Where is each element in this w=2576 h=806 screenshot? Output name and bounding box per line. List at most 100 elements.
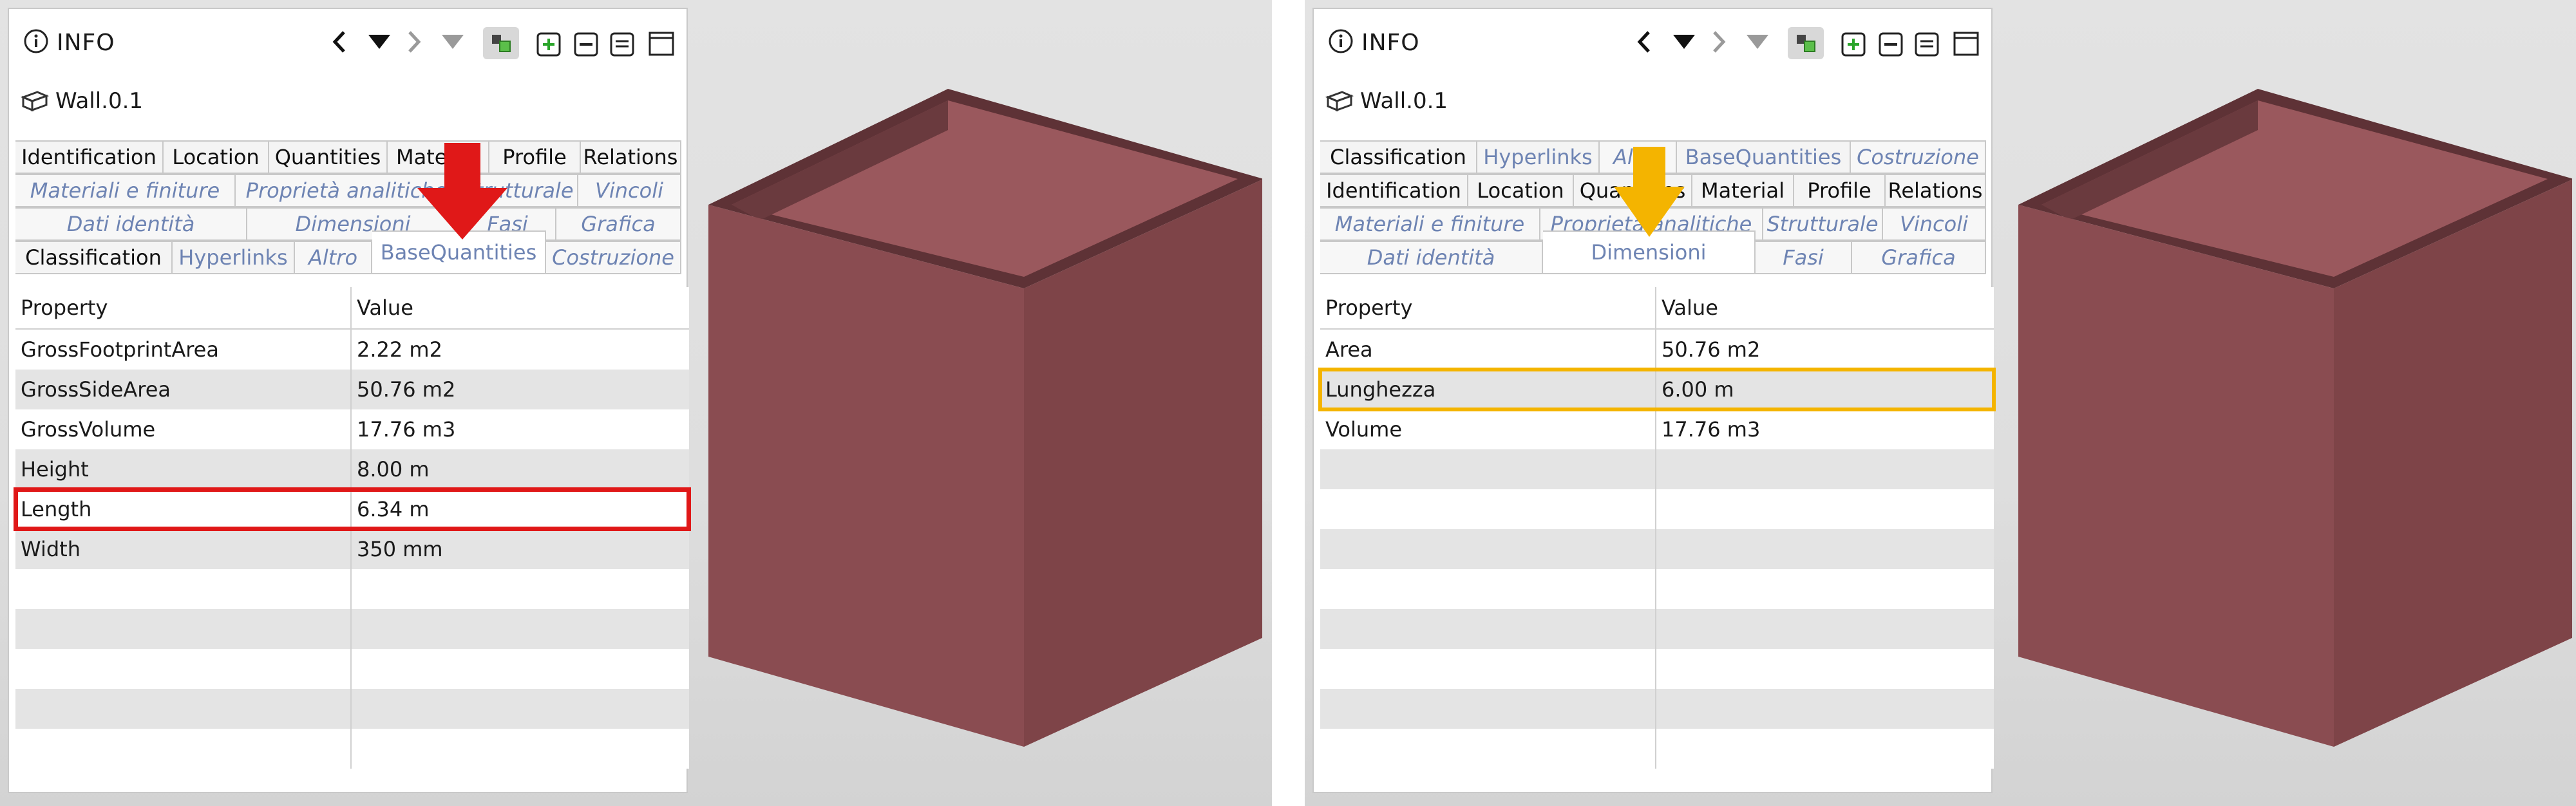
value-cell[interactable]: 8.00 m	[352, 449, 687, 489]
value-cell[interactable]	[352, 569, 687, 609]
table-row[interactable]: GrossSideArea 50.76 m2	[15, 370, 689, 409]
info-icon	[23, 28, 49, 54]
table-row[interactable]	[1320, 609, 1994, 649]
tab-hyperlinks[interactable]: Hyperlinks	[1477, 140, 1600, 173]
tab-strutturale[interactable]: Strutturale	[1763, 207, 1883, 239]
tab-classification[interactable]: Classification	[15, 241, 173, 273]
table-row[interactable]	[1320, 489, 1994, 529]
tab-hyperlinks[interactable]: Hyperlinks	[173, 241, 295, 273]
table-row[interactable]	[1320, 649, 1994, 689]
tab-quantities[interactable]: Quantities	[269, 140, 388, 173]
list-icon[interactable]	[609, 28, 635, 58]
value-cell[interactable]: 50.76 m2	[1656, 330, 1991, 370]
property-column-header[interactable]: Property	[1320, 287, 1656, 328]
tab-row: ClassificationHyperlinksAltroBaseQuantit…	[15, 230, 681, 274]
back-arrow-icon[interactable]	[1636, 30, 1653, 54]
property-cell	[1320, 489, 1656, 529]
value-column-header[interactable]: Value	[352, 287, 687, 328]
table-row[interactable]	[15, 609, 689, 649]
tab-identification[interactable]: Identification	[15, 140, 164, 173]
value-cell[interactable]: 2.22 m2	[352, 330, 687, 370]
add-icon[interactable]	[1841, 28, 1866, 58]
property-cell: GrossFootprintArea	[15, 330, 352, 370]
tab-vincoli[interactable]: Vincoli	[578, 174, 681, 206]
tab-relations[interactable]: Relations	[581, 140, 681, 173]
table-row[interactable]: Lunghezza 6.00 m	[1318, 368, 1996, 411]
value-cell[interactable]	[352, 649, 687, 689]
table-row[interactable]	[1320, 529, 1994, 569]
value-cell[interactable]	[1656, 489, 1991, 529]
table-row[interactable]: Height 8.00 m	[15, 449, 689, 489]
table-row[interactable]: Volume 17.76 m3	[1320, 409, 1994, 449]
dropdown-icon[interactable]	[1673, 35, 1695, 49]
value-cell[interactable]: 350 mm	[352, 529, 687, 569]
tab-identification[interactable]: Identification	[1320, 174, 1468, 206]
value-cell[interactable]: 17.76 m3	[1656, 409, 1991, 449]
back-arrow-icon[interactable]	[331, 30, 348, 54]
table-row[interactable]	[15, 649, 689, 689]
value-cell[interactable]	[1656, 529, 1991, 569]
collapse-icon[interactable]	[573, 28, 599, 58]
tab-relations[interactable]: Relations	[1886, 174, 1986, 206]
dropdown-icon[interactable]	[368, 35, 390, 49]
table-row[interactable]: GrossFootprintArea 2.22 m2	[15, 330, 689, 370]
forward-arrow-icon[interactable]	[406, 30, 422, 54]
table-row[interactable]: Area 50.76 m2	[1320, 330, 1994, 370]
tab-grafica[interactable]: Grafica	[556, 207, 681, 239]
table-row[interactable]	[1320, 729, 1994, 769]
tab-costruzione[interactable]: Costruzione	[1851, 140, 1986, 173]
tab-material[interactable]: Material	[1692, 174, 1794, 206]
tab-grafica[interactable]: Grafica	[1852, 241, 1986, 273]
value-cell[interactable]	[1656, 609, 1991, 649]
table-row[interactable]	[15, 569, 689, 609]
tab-dati-identita[interactable]: Dati identità	[15, 207, 247, 239]
value-cell[interactable]	[1656, 729, 1991, 769]
add-icon[interactable]	[536, 28, 562, 58]
property-column-header[interactable]: Property	[15, 287, 352, 328]
tab-vincoli[interactable]: Vincoli	[1883, 207, 1986, 239]
tab-costruzione[interactable]: Costruzione	[546, 241, 681, 273]
tab-basequantities[interactable]: BaseQuantities	[1677, 140, 1851, 173]
tab-location[interactable]: Location	[1468, 174, 1574, 206]
value-cell[interactable]	[1656, 689, 1991, 729]
tab-fasi[interactable]: Fasi	[1756, 241, 1852, 273]
forward-arrow-icon[interactable]	[1710, 30, 1727, 54]
table-row[interactable]: GrossVolume 17.76 m3	[15, 409, 689, 449]
collapse-icon[interactable]	[1878, 28, 1904, 58]
select-objects-icon[interactable]	[1788, 27, 1824, 59]
property-cell: Length	[15, 489, 352, 529]
table-row[interactable]	[1320, 689, 1994, 729]
value-cell[interactable]: 6.34 m	[352, 489, 687, 529]
dropdown-icon[interactable]	[442, 35, 464, 49]
list-icon[interactable]	[1914, 28, 1940, 58]
tab-dati-identita[interactable]: Dati identità	[1320, 241, 1543, 273]
value-column-header[interactable]: Value	[1656, 287, 1991, 328]
tab-location[interactable]: Location	[164, 140, 269, 173]
tab-altro[interactable]: Altro	[295, 241, 372, 273]
table-row[interactable]	[15, 729, 689, 769]
tab-classification[interactable]: Classification	[1320, 140, 1477, 173]
value-cell[interactable]	[1656, 569, 1991, 609]
property-cell	[15, 729, 352, 769]
value-cell[interactable]: 6.00 m	[1656, 370, 1991, 409]
tab-materiali-e-finiture[interactable]: Materiali e finiture	[1320, 207, 1540, 239]
table-row[interactable]	[1320, 569, 1994, 609]
dropdown-icon[interactable]	[1747, 35, 1768, 49]
value-cell[interactable]: 50.76 m2	[352, 370, 687, 409]
select-objects-icon[interactable]	[483, 27, 519, 59]
window-icon[interactable]	[1953, 31, 1980, 57]
value-cell[interactable]: 17.76 m3	[352, 409, 687, 449]
value-cell[interactable]	[1656, 649, 1991, 689]
value-cell[interactable]	[352, 689, 687, 729]
window-icon[interactable]	[648, 31, 675, 57]
value-cell[interactable]	[352, 609, 687, 649]
table-row[interactable]: Width 350 mm	[15, 529, 689, 569]
property-cell	[15, 689, 352, 729]
value-cell[interactable]	[352, 729, 687, 769]
tab-profile[interactable]: Profile	[1794, 174, 1886, 206]
table-row[interactable]: Length 6.34 m	[14, 487, 691, 531]
table-row[interactable]	[1320, 449, 1994, 489]
value-cell[interactable]	[1656, 449, 1991, 489]
tab-materiali-e-finiture[interactable]: Materiali e finiture	[15, 174, 236, 206]
table-row[interactable]	[15, 689, 689, 729]
